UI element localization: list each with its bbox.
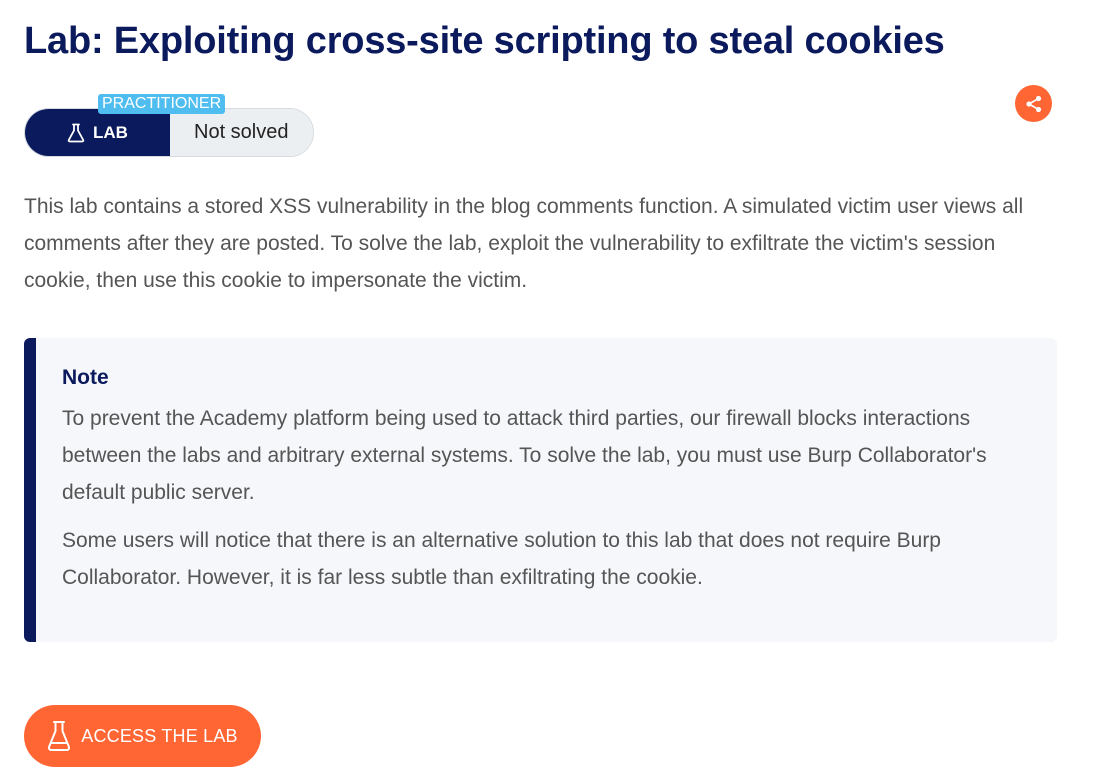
access-lab-button[interactable]: ACCESS THE LAB: [24, 705, 261, 767]
lab-page: Lab: Exploiting cross-site scripting to …: [0, 0, 1107, 783]
share-button[interactable]: [1015, 85, 1052, 122]
lab-type-label: LAB: [25, 109, 170, 156]
access-lab-label: ACCESS THE LAB: [81, 725, 238, 746]
lab-type-text: LAB: [93, 122, 128, 142]
difficulty-tag: PRACTITIONER: [98, 94, 226, 114]
flask-icon: [48, 721, 71, 751]
lab-status-pill: LAB Not solved: [24, 108, 314, 157]
solved-status: Not solved: [170, 109, 313, 156]
note-paragraph: To prevent the Academy platform being us…: [62, 407, 987, 504]
flask-icon: [67, 123, 85, 142]
note-callout: Note To prevent the Academy platform bei…: [24, 338, 1057, 642]
note-paragraph: Some users will notice that there is an …: [62, 529, 941, 589]
page-title: Lab: Exploiting cross-site scripting to …: [24, 20, 945, 62]
share-icon: [1025, 95, 1041, 112]
note-title: Note: [62, 366, 109, 389]
lab-description: This lab contains a stored XSS vulnerabi…: [24, 195, 1024, 292]
